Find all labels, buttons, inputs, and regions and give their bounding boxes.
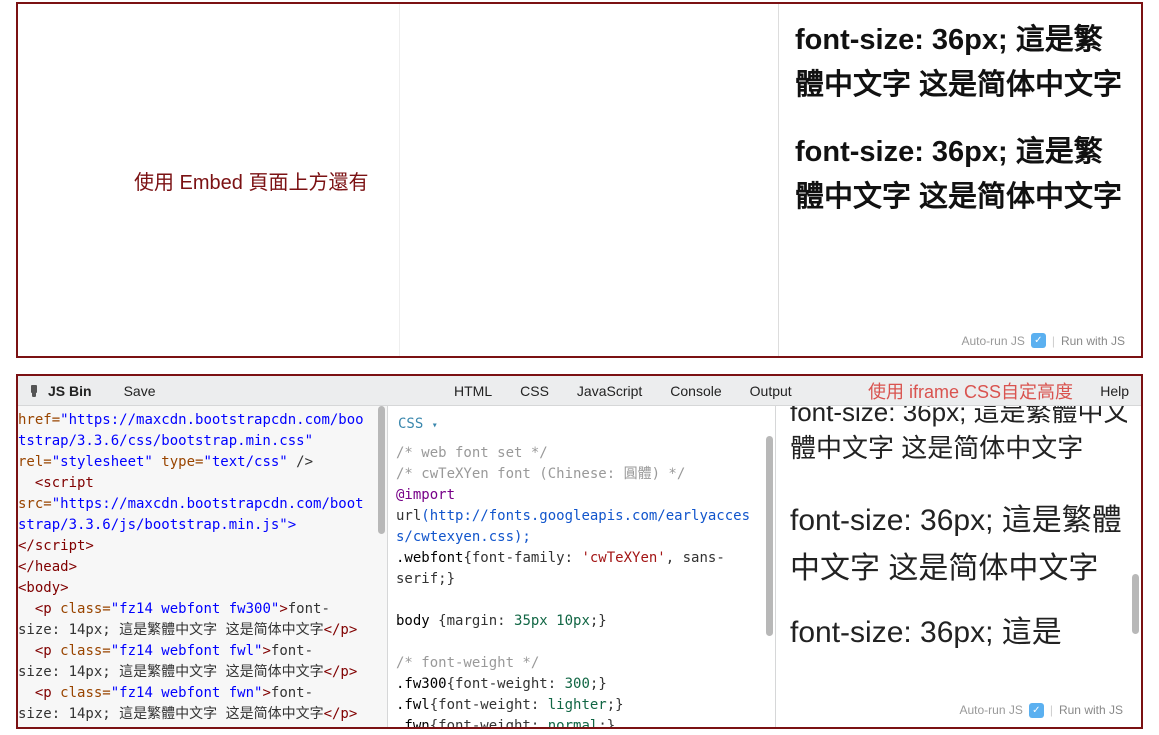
separator: | — [1052, 334, 1055, 348]
output-sample-1: font-size: 36px; 這是繁體中文字 这是简体中文字 — [795, 18, 1125, 108]
output-line-1: font-size: 36px; 這是繁體中文字 这是简体中文字 — [790, 497, 1127, 593]
iframe-caption: 使用 iframe CSS自定高度 — [868, 378, 1073, 404]
auto-run-bar: Auto-run JS ✓ | Run with JS — [961, 333, 1125, 348]
tab-html[interactable]: HTML — [440, 376, 506, 406]
save-menu[interactable]: Save — [114, 383, 166, 399]
output-sample-2: font-size: 36px; 這是繁體中文字 这是简体中文字 — [795, 130, 1125, 220]
jsbin-logo-icon — [26, 383, 42, 399]
output-partial-top: font-size: 36px; 這是繁體中文字 这是简体中文字 — [790, 406, 1127, 430]
output-scrollbar[interactable] — [1132, 574, 1139, 634]
html-editor[interactable]: href="https://maxcdn.bootstrapcdn.com/bo… — [18, 406, 388, 727]
auto-run-checkbox[interactable]: ✓ — [1029, 703, 1044, 718]
html-scrollbar[interactable] — [378, 406, 385, 534]
help-menu[interactable]: Help — [1100, 383, 1129, 399]
embed-caption: 使用 Embed 頁面上方還有 — [134, 166, 368, 195]
panel-tabs: HTML CSS JavaScript Console Output — [440, 376, 806, 406]
css-editor[interactable]: CSS ▾/* web font set */ /* cwTeXYen font… — [388, 406, 776, 727]
auto-run-checkbox[interactable]: ✓ — [1031, 333, 1046, 348]
run-with-js-button[interactable]: Run with JS — [1059, 701, 1123, 719]
css-scrollbar[interactable] — [766, 436, 773, 636]
output-line-top2: 體中文字 这是简体中文字 — [790, 430, 1127, 466]
auto-run-label: Auto-run JS — [961, 334, 1024, 348]
iframe-frame: JS Bin Save HTML CSS JavaScript Console … — [16, 374, 1143, 729]
chevron-down-icon: ▾ — [432, 420, 438, 431]
tab-console[interactable]: Console — [656, 376, 735, 406]
jsbin-menubar: JS Bin Save HTML CSS JavaScript Console … — [18, 376, 1141, 406]
tab-css[interactable]: CSS — [506, 376, 563, 406]
jsbin-title: JS Bin — [48, 383, 92, 399]
editor-panes: href="https://maxcdn.bootstrapcdn.com/bo… — [18, 406, 1141, 727]
embed-frame: 使用 Embed 頁面上方還有 font-size: 36px; 這是繁體中文字… — [16, 2, 1143, 358]
output-line-2: font-size: 36px; 這是 — [790, 613, 1127, 652]
css-mode-dropdown[interactable]: CSS ▾ — [396, 410, 767, 443]
auto-run-bar-bottom: Auto-run JS ✓ | Run with JS — [955, 699, 1127, 721]
run-with-js-button[interactable]: Run with JS — [1061, 334, 1125, 348]
auto-run-label: Auto-run JS — [959, 701, 1022, 719]
vertical-divider — [399, 4, 400, 356]
tab-output[interactable]: Output — [736, 376, 806, 406]
embed-left-area: 使用 Embed 頁面上方還有 — [18, 4, 779, 356]
embed-output-pane: font-size: 36px; 這是繁體中文字 这是简体中文字 font-si… — [779, 4, 1141, 356]
separator: | — [1050, 701, 1053, 719]
output-pane: font-size: 36px; 這是繁體中文字 这是简体中文字 體中文字 这是… — [776, 406, 1141, 727]
tab-javascript[interactable]: JavaScript — [563, 376, 656, 406]
